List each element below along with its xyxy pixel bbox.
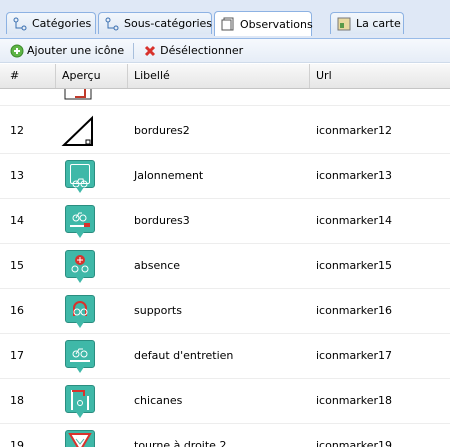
row-url: iconmarker16 [316, 304, 393, 317]
row-number: 19 [10, 439, 24, 447]
table-row[interactable]: 19 tourne à droite 2 iconmarker19 [0, 424, 450, 447]
grid-header: # Aperçu Libellé Url [0, 64, 450, 89]
row-label: bordures3 [134, 214, 190, 227]
turn-right-icon [60, 427, 100, 447]
tab-label: Catégories [32, 17, 92, 30]
tab-label: La carte [356, 17, 401, 30]
row-number: 12 [10, 124, 24, 137]
tab-observations[interactable]: Observations [214, 11, 313, 36]
bike-sign-icon [60, 157, 100, 195]
row-url: iconmarker12 [316, 124, 393, 137]
column-header-preview[interactable]: Aperçu [56, 64, 128, 88]
chicane-icon [60, 89, 100, 102]
grid-body: 11 chicane2 iconmarker11 12 bordures2 ic… [0, 89, 450, 447]
column-header-label[interactable]: Libellé [128, 64, 310, 88]
table-row[interactable]: 11 chicane2 iconmarker11 [0, 89, 450, 106]
row-url: iconmarker13 [316, 169, 393, 182]
tab-sous-categories[interactable]: Sous-catégories [98, 12, 212, 34]
tab-bar: Catégories Sous-catégories Observations … [0, 0, 450, 39]
row-url: iconmarker18 [316, 394, 393, 407]
tab-la-carte[interactable]: La carte [330, 12, 404, 34]
add-icon-button[interactable]: Ajouter une icône [10, 44, 124, 58]
row-label: Jalonnement [134, 169, 204, 182]
tab-label: Observations [240, 17, 313, 31]
table-row[interactable]: 15 absence iconmarker15 [0, 244, 450, 289]
row-number: 17 [10, 349, 24, 362]
row-number: 11 [10, 89, 24, 105]
table-row[interactable]: 13 Jalonnement iconmarker13 [0, 154, 450, 199]
deselect-label: Désélectionner [160, 44, 244, 57]
triangle-icon [60, 112, 100, 150]
row-label: bordures2 [134, 124, 190, 137]
bike-maintenance-icon [60, 337, 100, 375]
table-row[interactable]: 12 bordures2 iconmarker12 [0, 109, 450, 154]
row-label: chicanes [134, 394, 183, 407]
row-url: iconmarker19 [316, 439, 393, 447]
subcategories-icon [105, 17, 119, 30]
bike-danger-icon [60, 247, 100, 285]
add-icon [10, 44, 24, 57]
tab-categories[interactable]: Catégories [6, 12, 96, 34]
row-label: absence [134, 259, 181, 272]
row-number: 18 [10, 394, 24, 407]
row-label: defaut d'entretien [134, 349, 234, 362]
bike-chicane-icon [60, 382, 100, 420]
row-label: supports [134, 304, 182, 317]
table-row[interactable]: 18 chicanes iconmarker18 [0, 379, 450, 424]
add-label: Ajouter une icône [27, 44, 125, 57]
row-number: 13 [10, 169, 24, 182]
bike-curb-icon [60, 202, 100, 240]
row-label: chicane2 [134, 89, 184, 105]
deselect-button[interactable]: Désélectionner [143, 44, 243, 58]
categories-icon [13, 17, 27, 30]
row-url: iconmarker15 [316, 259, 393, 272]
toolbar: Ajouter une icône Désélectionner [0, 39, 450, 63]
close-icon [145, 45, 156, 56]
tab-label: Sous-catégories [124, 17, 213, 30]
table-row[interactable]: 17 defaut d'entretien iconmarker17 [0, 334, 450, 379]
row-number: 14 [10, 214, 24, 227]
toolbar-separator [133, 42, 135, 59]
map-icon [337, 17, 351, 30]
row-number: 16 [10, 304, 24, 317]
row-url: iconmarker11 [316, 89, 392, 105]
row-url: iconmarker14 [316, 214, 393, 227]
table-row[interactable]: 14 bordures3 iconmarker14 [0, 199, 450, 244]
observations-icon [221, 17, 234, 31]
column-header-url[interactable]: Url [310, 64, 450, 88]
row-url: iconmarker17 [316, 349, 393, 362]
table-row[interactable]: 16 supports iconmarker16 [0, 289, 450, 334]
row-label: tourne à droite 2 [134, 439, 227, 447]
bike-support-icon [60, 292, 100, 330]
row-number: 15 [10, 259, 24, 272]
column-header-num[interactable]: # [4, 64, 56, 88]
